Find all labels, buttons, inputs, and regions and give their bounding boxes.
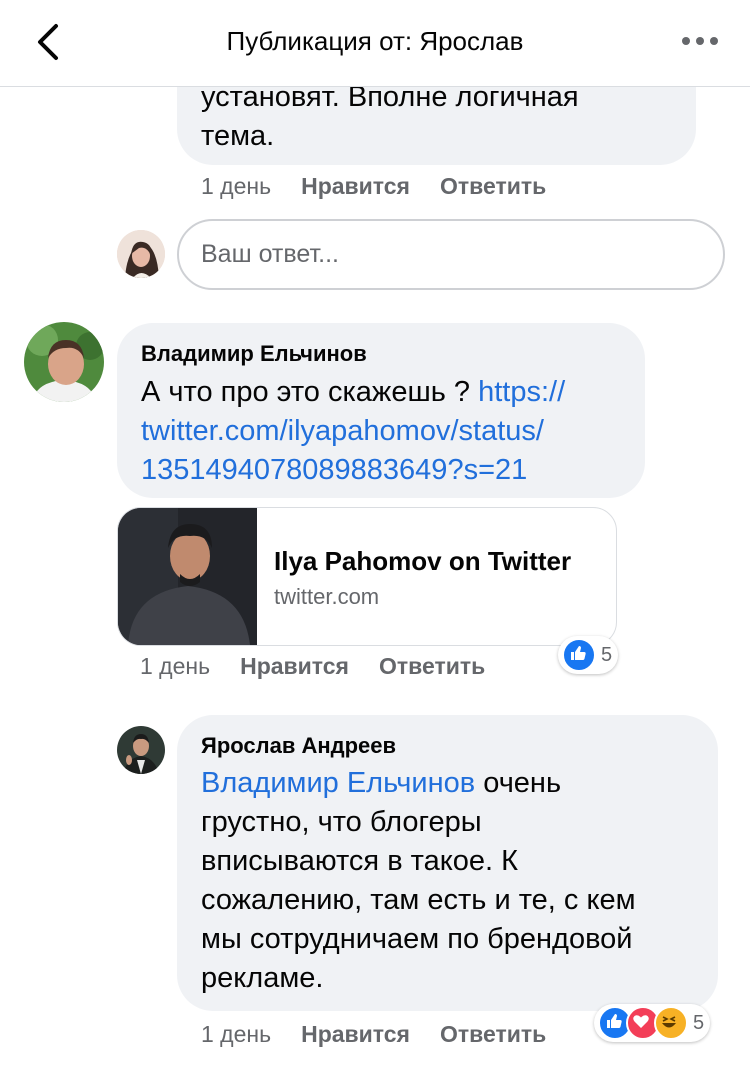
avatar[interactable] — [24, 322, 104, 402]
top-bar: Публикация от: Ярослав — [0, 0, 750, 87]
haha-icon — [654, 1006, 688, 1040]
mention-link[interactable]: Владимир Ельчинов — [201, 767, 475, 799]
dot-icon — [696, 37, 704, 45]
comment-text-line: Владимир Ельчинов очень — [201, 764, 561, 803]
page-title: Публикация от: Ярослав — [226, 26, 524, 56]
comment-text-line: мы сотрудничаем по брендовой — [201, 923, 633, 955]
more-options-button[interactable] — [682, 28, 722, 54]
comment-text-line: рекламе. — [201, 962, 324, 994]
like-button[interactable]: Нравится — [301, 173, 410, 199]
dot-icon — [682, 37, 690, 45]
avatar[interactable] — [117, 726, 165, 774]
comment-time[interactable]: 1 день — [201, 173, 271, 199]
comment-author[interactable]: Ярослав Андреев — [201, 733, 396, 759]
like-icon — [562, 638, 596, 672]
comment-actions: 1 день Нравится Ответить — [140, 653, 485, 680]
comment-time[interactable]: 1 день — [201, 1021, 271, 1047]
comment-actions: 1 день Нравится Ответить — [201, 1021, 546, 1048]
link-preview-card[interactable]: Ilya Pahomov on Twitter twitter.com — [117, 507, 617, 646]
reaction-count: 5 — [601, 643, 613, 666]
comment-author[interactable]: Владимир Ельчинов — [141, 341, 367, 367]
avatar[interactable] — [117, 230, 165, 278]
like-button[interactable]: Нравится — [240, 653, 349, 679]
user-photo — [117, 230, 165, 278]
comment-text-line: тема. — [201, 120, 275, 152]
preview-thumbnail — [118, 508, 257, 645]
preview-title: Ilya Pahomov on Twitter — [274, 546, 572, 576]
comment-link[interactable]: twitter.com/ilyapahomov/status/ — [141, 412, 544, 451]
comment-text: А что про это скажешь ? — [141, 376, 471, 408]
reply-button[interactable]: Ответить — [440, 1021, 546, 1047]
comment-bubble: Ярослав Андреев Владимир Ельчинов очень … — [177, 715, 718, 1011]
comment-time[interactable]: 1 день — [140, 653, 210, 679]
like-button[interactable]: Нравится — [301, 1021, 410, 1047]
reaction-summary[interactable]: 5 — [558, 636, 619, 674]
reply-input-placeholder: Ваш ответ... — [201, 240, 339, 268]
reply-input[interactable]: Ваш ответ... — [177, 219, 725, 290]
preview-domain: twitter.com — [274, 584, 380, 609]
user-photo — [24, 322, 104, 402]
comment-link[interactable]: 1351494078089883649?s=21 — [141, 451, 527, 490]
reaction-count: 5 — [693, 1011, 705, 1034]
comment-text-line: грустно, что блогеры — [201, 806, 482, 838]
comment-text: очень — [483, 767, 562, 799]
reaction-summary[interactable]: 5 — [594, 1004, 711, 1042]
comment-text-line: вписываются в такое. К — [201, 845, 519, 877]
comment-link[interactable]: https:// — [478, 376, 565, 408]
dot-icon — [710, 37, 718, 45]
user-photo — [117, 726, 165, 774]
comment-bubble: Владимир Ельчинов А что про это скажешь … — [117, 323, 645, 498]
comment-text-line: сожалению, там есть и те, с кем — [201, 884, 636, 916]
comment-text-line: А что про это скажешь ? https:// — [141, 373, 565, 412]
comment-actions: 1 день Нравится Ответить — [201, 173, 546, 200]
reply-button[interactable]: Ответить — [379, 653, 485, 679]
reply-button[interactable]: Ответить — [440, 173, 546, 199]
